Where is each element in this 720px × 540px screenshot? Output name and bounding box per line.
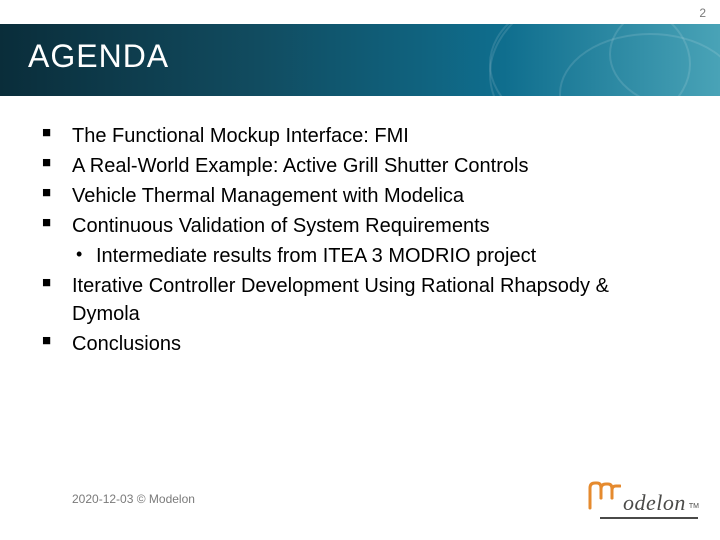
- logo: odelon TM: [587, 480, 698, 516]
- band-decoration: [390, 24, 720, 96]
- agenda-item-text: Vehicle Thermal Management with Modelica: [72, 185, 464, 207]
- agenda-item: The Functional Mockup Interface: FMI: [42, 122, 652, 150]
- agenda-item-text: Conclusions: [72, 333, 181, 355]
- agenda-item-text: The Functional Mockup Interface: FMI: [72, 125, 409, 147]
- agenda-item-text: Iterative Controller Development Using R…: [72, 275, 609, 325]
- agenda-subitem-text: Intermediate results from ITEA 3 MODRIO …: [96, 245, 536, 267]
- logo-mark-icon: [587, 480, 621, 510]
- agenda-item: Vehicle Thermal Management with Modelica: [42, 182, 652, 210]
- agenda-item: Iterative Controller Development Using R…: [42, 272, 652, 328]
- agenda-item-text: Continuous Validation of System Requirem…: [72, 215, 490, 237]
- slide: 2 AGENDA The Functional Mockup Interface…: [0, 0, 720, 540]
- logo-underline: [600, 517, 698, 519]
- agenda-sublist: Intermediate results from ITEA 3 MODRIO …: [72, 242, 652, 270]
- agenda-subitem: Intermediate results from ITEA 3 MODRIO …: [72, 242, 652, 270]
- header-band: AGENDA: [0, 24, 720, 96]
- footer-date: 2020-12-03 © Modelon: [72, 492, 195, 506]
- agenda-item: A Real-World Example: Active Grill Shutt…: [42, 152, 652, 180]
- agenda-item: Conclusions: [42, 330, 652, 358]
- page-number: 2: [699, 6, 706, 20]
- logo-tm: TM: [689, 503, 699, 510]
- agenda-item-text: A Real-World Example: Active Grill Shutt…: [72, 155, 528, 177]
- slide-title: AGENDA: [28, 38, 169, 75]
- agenda-list: The Functional Mockup Interface: FMI A R…: [42, 122, 652, 358]
- agenda-item: Continuous Validation of System Requirem…: [42, 212, 652, 270]
- logo-text: odelon: [623, 490, 686, 516]
- content-area: The Functional Mockup Interface: FMI A R…: [42, 122, 652, 360]
